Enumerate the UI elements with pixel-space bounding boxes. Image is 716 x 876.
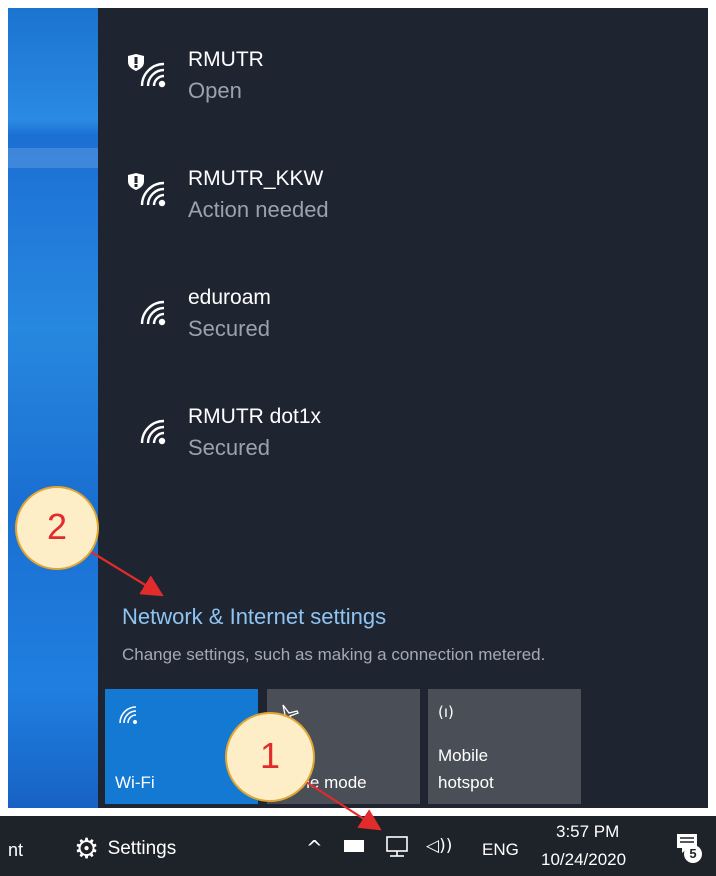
callout-2: 2: [15, 486, 99, 570]
callout-1: 1: [225, 712, 315, 802]
arrow-to-settings-link: [87, 549, 164, 597]
annotation-arrows: [87, 549, 382, 831]
arrow-to-network-icon: [299, 777, 382, 831]
desktop: RMUTR Open RMUTR_KKW Action needed eduro…: [0, 0, 716, 876]
